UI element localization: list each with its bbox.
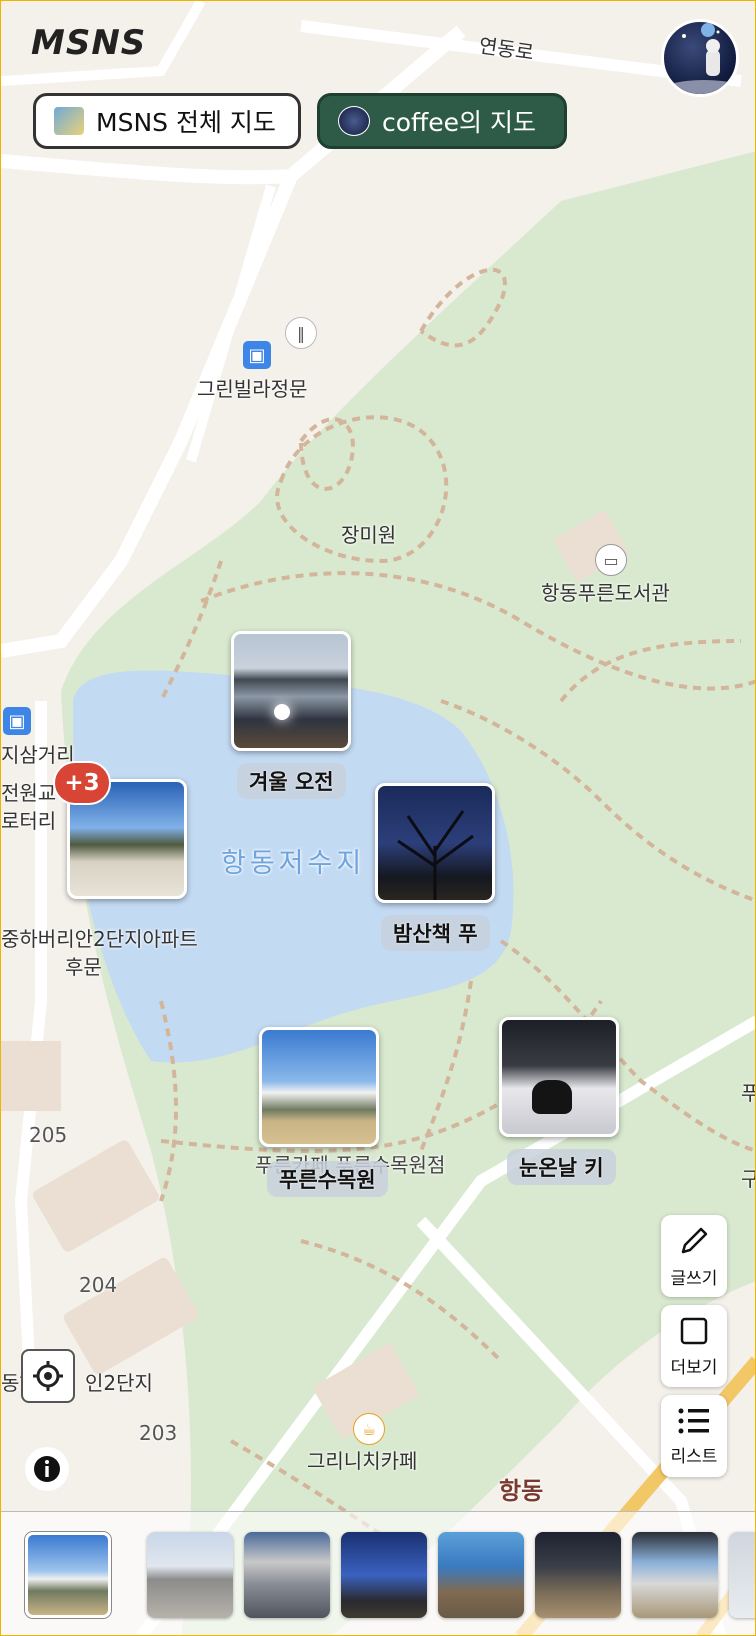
info-icon — [34, 1456, 60, 1482]
book-icon: ▭ — [595, 544, 627, 576]
rotary-label-1: 전원교 — [1, 781, 57, 805]
building-number-205: 205 — [29, 1123, 68, 1147]
sun-reflection — [274, 704, 290, 720]
strip-photo-2[interactable] — [147, 1532, 233, 1618]
cluster-count-badge[interactable]: +3 — [53, 761, 111, 805]
profile-avatar[interactable] — [661, 19, 739, 97]
list-button[interactable]: 리스트 — [661, 1395, 727, 1477]
user-avatar-icon — [338, 106, 370, 136]
strip-photo-4[interactable] — [341, 1532, 427, 1618]
write-button[interactable]: 글쓰기 — [661, 1215, 727, 1297]
strip-photo-3[interactable] — [244, 1532, 330, 1618]
write-button-label: 글쓰기 — [670, 1268, 718, 1289]
rotary-label-2: 로터리 — [1, 809, 57, 833]
locate-button[interactable] — [21, 1349, 75, 1403]
edge-label-2: 구 — [741, 1163, 755, 1192]
library-label: 항동푸른도서관 — [541, 581, 670, 605]
strip-photo-7[interactable] — [632, 1532, 718, 1618]
info-button[interactable] — [25, 1447, 69, 1491]
more-button-label: 더보기 — [670, 1357, 718, 1378]
building-number-203: 203 — [139, 1421, 178, 1445]
bus-stop-icon-2[interactable]: ▣ — [3, 707, 31, 735]
strip-photo-1[interactable] — [25, 1532, 111, 1618]
edge-label-1: 푸 — [741, 1077, 755, 1106]
dog-silhouette — [532, 1080, 572, 1114]
all-map-button[interactable]: MSNS 전체 지도 — [33, 93, 301, 149]
world-map-icon — [54, 107, 84, 135]
apartment-label: 중하버리안2단지아파트 — [1, 927, 198, 951]
user-map-label: coffee의 지도 — [382, 108, 536, 137]
post-marker-snow-day[interactable] — [499, 1017, 619, 1137]
post-tag-3[interactable]: 푸른수목원 — [267, 1161, 388, 1197]
post-tag-1[interactable]: 겨울 오전 — [237, 763, 346, 799]
pencil-icon — [681, 1227, 708, 1253]
strip-photo-8[interactable] — [729, 1532, 755, 1618]
apartment-gate-label: 후문 — [65, 955, 102, 979]
tree-silhouette — [397, 810, 474, 900]
app-frame: 연동로 ▣ ‖ 그린빌라정문 장미원 ▭ 항동푸른도서관 ▣ 지삼거리 전원교 … — [0, 0, 756, 1636]
cafe-label-2: 그리니치카페 — [307, 1449, 418, 1473]
square-icon — [680, 1317, 708, 1344]
user-map-button[interactable]: coffee의 지도 — [317, 93, 567, 149]
photo-strip[interactable] — [1, 1511, 755, 1635]
cafe-icon: ☕ — [353, 1413, 385, 1445]
rose-garden-label: 장미원 — [341, 523, 397, 547]
list-icon — [678, 1408, 709, 1433]
building-number-204: 204 — [79, 1273, 118, 1297]
strip-photo-5[interactable] — [438, 1532, 524, 1618]
district-label: 항동 — [499, 1477, 544, 1505]
list-button-label: 리스트 — [670, 1446, 718, 1467]
apartment-label-2b: 인2단지 — [85, 1371, 153, 1395]
post-tag-2[interactable]: 밤산책 푸 — [381, 915, 490, 951]
all-map-label: MSNS 전체 지도 — [96, 108, 276, 137]
crosshair-icon — [33, 1361, 63, 1391]
post-tag-4[interactable]: 눈온날 키 — [507, 1149, 616, 1185]
post-marker-night-walk[interactable] — [375, 783, 495, 903]
post-marker-arboretum[interactable] — [259, 1027, 379, 1147]
more-button[interactable]: 더보기 — [661, 1305, 727, 1387]
strip-photo-6[interactable] — [535, 1532, 621, 1618]
pedestrian-icon: ‖ — [285, 317, 317, 349]
app-logo[interactable]: MSNS — [31, 23, 146, 63]
post-marker-winter-morning[interactable] — [231, 631, 351, 751]
bus-stop-icon[interactable]: ▣ — [243, 341, 271, 369]
bus-stop-label: 그린빌라정문 — [197, 377, 308, 401]
lake-label: 항동저수지 — [221, 848, 366, 879]
